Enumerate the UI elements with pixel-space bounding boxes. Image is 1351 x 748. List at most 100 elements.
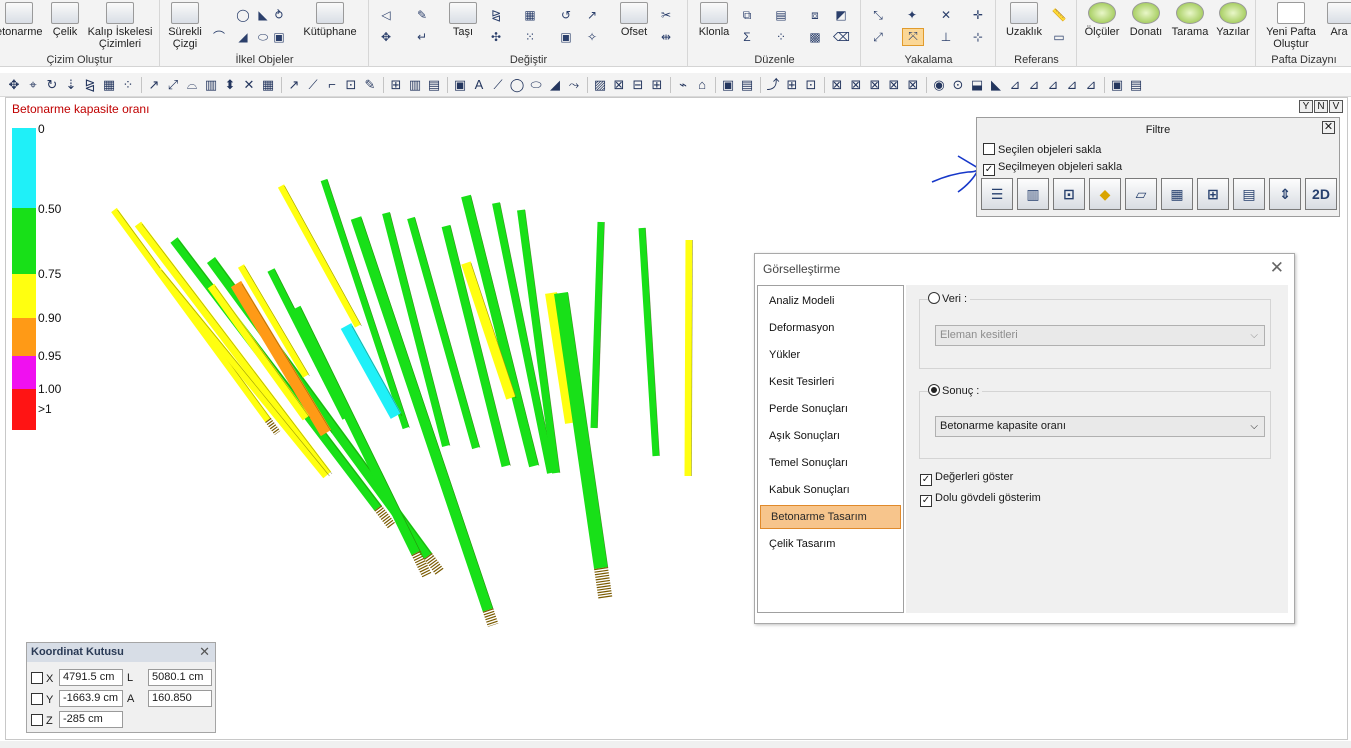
layer-icon[interactable]: ▤ [773,8,789,22]
uzaklik-button[interactable]: Uzaklık [1001,2,1047,38]
l-value[interactable]: 5080.1 cm [148,669,212,686]
toolbar-tool-icon[interactable]: ▦ [260,77,276,93]
toolbar-tool-icon[interactable]: ◣ [988,77,1004,93]
toolbar-tool-icon[interactable]: ⁘ [120,77,136,93]
toolbar-tool-icon[interactable]: ⧎ [82,77,98,93]
toolbar-tool-icon[interactable]: ⤴ [765,77,781,93]
menu-analiz-modeli[interactable]: Analiz Modeli [759,289,902,313]
hide-selected-checkbox[interactable] [983,143,995,155]
move-small-icon[interactable]: ✥ [378,30,394,44]
menu-perde-sonuclari[interactable]: Perde Sonuçları [759,397,902,421]
toolbar-tool-icon[interactable]: ⌁ [675,77,691,93]
stretch-icon[interactable]: ▣ [558,30,574,44]
ara-button[interactable]: Ara [1327,2,1351,38]
filter-slab-button[interactable]: ◆ [1089,178,1121,210]
toolbar-tool-icon[interactable]: ⌐ [324,77,340,93]
toolbar-tool-icon[interactable]: A [471,77,487,93]
toolbar-tool-icon[interactable]: ⬓ [969,77,985,93]
toolbar-tool-icon[interactable]: ▤ [1128,77,1144,93]
toolbar-tool-icon[interactable]: ⊞ [388,77,404,93]
hatch-icon[interactable]: ⥁ [271,8,287,22]
toolbar-tool-icon[interactable]: ⤳ [566,77,582,93]
menu-deformasyon[interactable]: Deformasyon [759,316,902,340]
snap-active-icon[interactable]: ⤧ [902,28,924,46]
structural-member[interactable] [134,221,332,477]
veri-radio[interactable]: Veri : [928,292,971,305]
solid-view-option[interactable]: ✓ Dolu gövdeli gösterim [920,492,1041,507]
toolbar-tool-icon[interactable]: ◢ [547,77,563,93]
coordinate-box-close-button[interactable]: ✕ [199,644,210,660]
y-checkbox[interactable] [31,693,43,705]
snap-tan-icon[interactable]: ✛ [970,8,986,22]
toolbar-tool-icon[interactable]: ▥ [203,77,219,93]
sonuc-radio-button[interactable] [928,384,940,396]
toolbar-tool-icon[interactable]: ↻ [44,77,60,93]
toolbar-tool-icon[interactable]: ⊡ [343,77,359,93]
toolbar-tool-icon[interactable]: ⤢ [165,77,181,93]
toolbar-tool-icon[interactable]: ✎ [362,77,378,93]
toolbar-tool-icon[interactable]: ▨ [592,77,608,93]
menu-kesit-tesirleri[interactable]: Kesit Tesirleri [759,370,902,394]
angle-icon[interactable]: ◣ [255,8,271,22]
toolbar-tool-icon[interactable]: ⬍ [222,77,238,93]
show-values-option[interactable]: ✓ Değerleri göster [920,471,1013,486]
toolbar-tool-icon[interactable]: ⊿ [1007,77,1023,93]
z-checkbox[interactable] [31,714,43,726]
toolbar-tool-icon[interactable]: ⊠ [905,77,921,93]
sigma-icon[interactable]: Σ [739,30,755,44]
toolbar-tool-icon[interactable]: ✕ [241,77,257,93]
donati-button[interactable]: Donatı [1126,2,1166,38]
filter-shell-button[interactable]: ▱ [1125,178,1157,210]
y-value[interactable]: -1663.9 cm [59,690,123,707]
snap-mid-icon[interactable]: ⤢ [870,30,886,44]
toolbar-tool-icon[interactable]: ⊠ [611,77,627,93]
ofset-button[interactable]: Ofset [614,2,654,38]
toolbar-tool-icon[interactable]: ⊿ [1083,77,1099,93]
show-values-checkbox[interactable]: ✓ [920,474,932,486]
break-icon[interactable]: ↗ [584,8,600,22]
snap-int-icon[interactable]: ⊥ [938,30,954,44]
snap-perp-icon[interactable]: ✕ [938,8,954,22]
toolbar-tool-icon[interactable]: ⊿ [1064,77,1080,93]
triangle-icon[interactable]: ◢ [235,30,251,44]
kutuphane-button[interactable]: Kütüphane [297,2,363,38]
x-value[interactable]: 4791.5 cm [59,669,123,686]
curve-icon[interactable]: ↺ [558,8,574,22]
toolbar-tool-icon[interactable]: ◯ [509,77,525,93]
filter-level-button[interactable]: ⇕ [1269,178,1301,210]
toolbar-tool-icon[interactable]: ⊠ [867,77,883,93]
hide-unselected-option[interactable]: ✓ Seçilmeyen objeleri sakla [983,161,1122,176]
ellipse-icon[interactable]: ⬭ [255,30,271,44]
filter-column-button[interactable]: ⊡ [1053,178,1085,210]
shape-icon[interactable]: ◁ [378,8,394,22]
menu-asik-sonuclari[interactable]: Aşık Sonuçları [759,424,902,448]
a-value[interactable]: 160.850 [148,690,212,707]
toolbar-tool-icon[interactable]: ⊞ [649,77,665,93]
toolbar-tool-icon[interactable]: ⌓ [184,77,200,93]
tarama-button[interactable]: Tarama [1170,2,1210,38]
menu-celik-tasarim[interactable]: Çelik Tasarım [759,532,902,556]
hide-selected-option[interactable]: Seçilen objeleri sakla [983,143,1101,156]
toolbar-tool-icon[interactable]: ⊠ [848,77,864,93]
ruler-icon[interactable]: 📏 [1051,8,1067,22]
toolbar-tool-icon[interactable]: ⊿ [1045,77,1061,93]
select-icon[interactable]: ◩ [833,8,849,22]
toolbar-tool-icon[interactable]: ⌖ [25,77,41,93]
filter-wall-button[interactable]: ▥ [1017,178,1049,210]
z-value[interactable]: -285 cm [59,711,123,728]
snap-near-icon[interactable]: ✦ [904,8,920,22]
toolbar-tool-icon[interactable]: ▦ [101,77,117,93]
arc-icon[interactable]: ⌒ [211,30,227,44]
toolbar-tool-icon[interactable]: ▤ [739,77,755,93]
toolbar-tool-icon[interactable]: ⊟ [630,77,646,93]
eraser-icon[interactable]: ⌫ [833,30,850,44]
toolbar-tool-icon[interactable]: ▥ [407,77,423,93]
sonuc-combo[interactable]: Betonarme kapasite oranı ⌵ [935,416,1265,437]
kalip-iskelesi-button[interactable]: Kalıp İskelesi Çizimleri [84,2,156,50]
wand-icon[interactable]: ✧ [584,30,600,44]
structural-member[interactable] [684,239,693,477]
betonarme-button[interactable]: etonarme [0,2,42,38]
hide-unselected-checkbox[interactable]: ✓ [983,164,995,176]
sonuc-radio[interactable]: Sonuç : [928,384,983,397]
toolbar-tool-icon[interactable]: ⬭ [528,77,544,93]
